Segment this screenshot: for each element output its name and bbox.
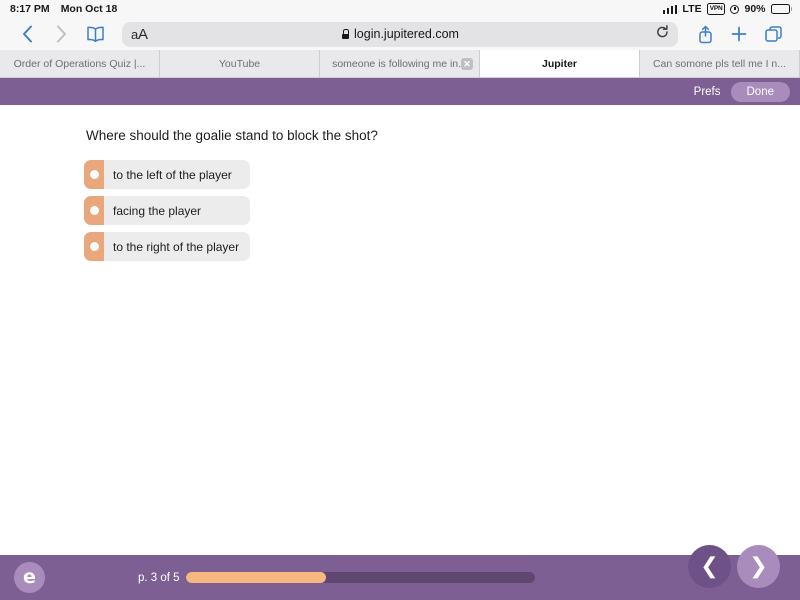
bookmarks-button[interactable]	[78, 21, 112, 47]
ipad-safari-window: 8:17 PM Mon Oct 18 LTE VPN 90% aA login.…	[0, 0, 800, 600]
answer-choice[interactable]: to the left of the player	[84, 160, 250, 189]
answer-choice-label: facing the player	[113, 203, 202, 218]
jupiter-header-bar: Prefs Done	[0, 78, 800, 105]
signal-bars-icon	[662, 4, 678, 14]
browser-tab[interactable]: someone is following me in... ✕	[320, 50, 480, 77]
status-bar-left: 8:17 PM Mon Oct 18	[10, 3, 117, 15]
quiz-content-area: Where should the goalie stand to block t…	[0, 105, 800, 555]
lock-icon	[341, 29, 350, 39]
tabs-overview-button[interactable]	[756, 21, 790, 47]
address-bar-content: login.jupitered.com	[122, 27, 678, 41]
battery-icon	[770, 4, 792, 14]
browser-tab-title: Order of Operations Quiz |...	[13, 57, 146, 70]
browser-tab-title: YouTube	[218, 57, 261, 70]
done-button[interactable]: Done	[730, 81, 790, 102]
answer-choices-list: to the left of the player facing the play…	[84, 160, 250, 268]
text-size-button[interactable]: aA	[131, 26, 148, 43]
answer-choice-radio[interactable]	[84, 196, 104, 225]
answer-choice-radio[interactable]	[84, 160, 104, 189]
browser-tab-title: Can somone pls tell me I n...	[652, 57, 787, 70]
reload-button[interactable]	[656, 24, 669, 44]
answer-choice-label: to the right of the player	[113, 239, 240, 254]
answer-choice-label: to the left of the player	[113, 167, 232, 182]
browser-toolbar: aA login.jupitered.com	[0, 18, 800, 50]
browser-tab[interactable]: Order of Operations Quiz |...	[0, 50, 160, 77]
url-text: login.jupitered.com	[354, 27, 459, 41]
answer-choice-radio[interactable]	[84, 232, 104, 261]
progress-bar-fill	[186, 572, 326, 583]
browser-tab[interactable]: Jupiter	[480, 50, 640, 77]
alarm-clock-icon	[730, 4, 740, 14]
close-icon[interactable]: ✕	[461, 57, 473, 70]
browser-tab[interactable]: Can somone pls tell me I n...	[640, 50, 800, 77]
next-page-button[interactable]: ❯	[737, 545, 780, 588]
radio-dot-icon	[89, 206, 99, 215]
page-indicator: p. 3 of 5	[138, 571, 180, 584]
battery-percent-label: 90%	[744, 3, 766, 15]
answer-choice[interactable]: facing the player	[84, 196, 250, 225]
back-button[interactable]	[10, 21, 44, 47]
browser-tab-title: someone is following me in...	[332, 57, 467, 70]
navigation-buttons: ❮ ❯	[688, 545, 780, 588]
address-bar[interactable]: aA login.jupitered.com	[122, 21, 678, 47]
previous-page-button[interactable]: ❮	[688, 545, 731, 588]
browser-tab-title: Jupiter	[541, 57, 577, 70]
radio-dot-icon	[89, 170, 99, 179]
vpn-badge-icon: VPN	[706, 3, 726, 15]
prefs-button[interactable]: Prefs	[694, 86, 721, 98]
status-bar-right: LTE VPN 90%	[662, 3, 792, 15]
ios-status-bar: 8:17 PM Mon Oct 18 LTE VPN 90%	[0, 0, 800, 18]
answer-choice[interactable]: to the right of the player	[84, 232, 250, 261]
new-tab-button[interactable]	[722, 21, 756, 47]
jupiter-logo: e	[14, 562, 45, 593]
jupiter-footer-bar: e p. 3 of 5 ❮ ❯	[0, 545, 800, 600]
network-type-label: LTE	[682, 3, 702, 15]
status-bar-time: 8:17 PM	[10, 3, 50, 15]
share-button[interactable]	[688, 21, 722, 47]
tab-bar: Order of Operations Quiz |... YouTube some…	[0, 50, 800, 78]
radio-dot-icon	[89, 242, 99, 251]
progress-bar	[186, 572, 535, 583]
status-bar-date: Mon Oct 18	[60, 3, 118, 15]
forward-button[interactable]	[44, 21, 78, 47]
browser-tab[interactable]: YouTube	[160, 50, 320, 77]
question-text: Where should the goalie stand to block t…	[86, 128, 378, 143]
